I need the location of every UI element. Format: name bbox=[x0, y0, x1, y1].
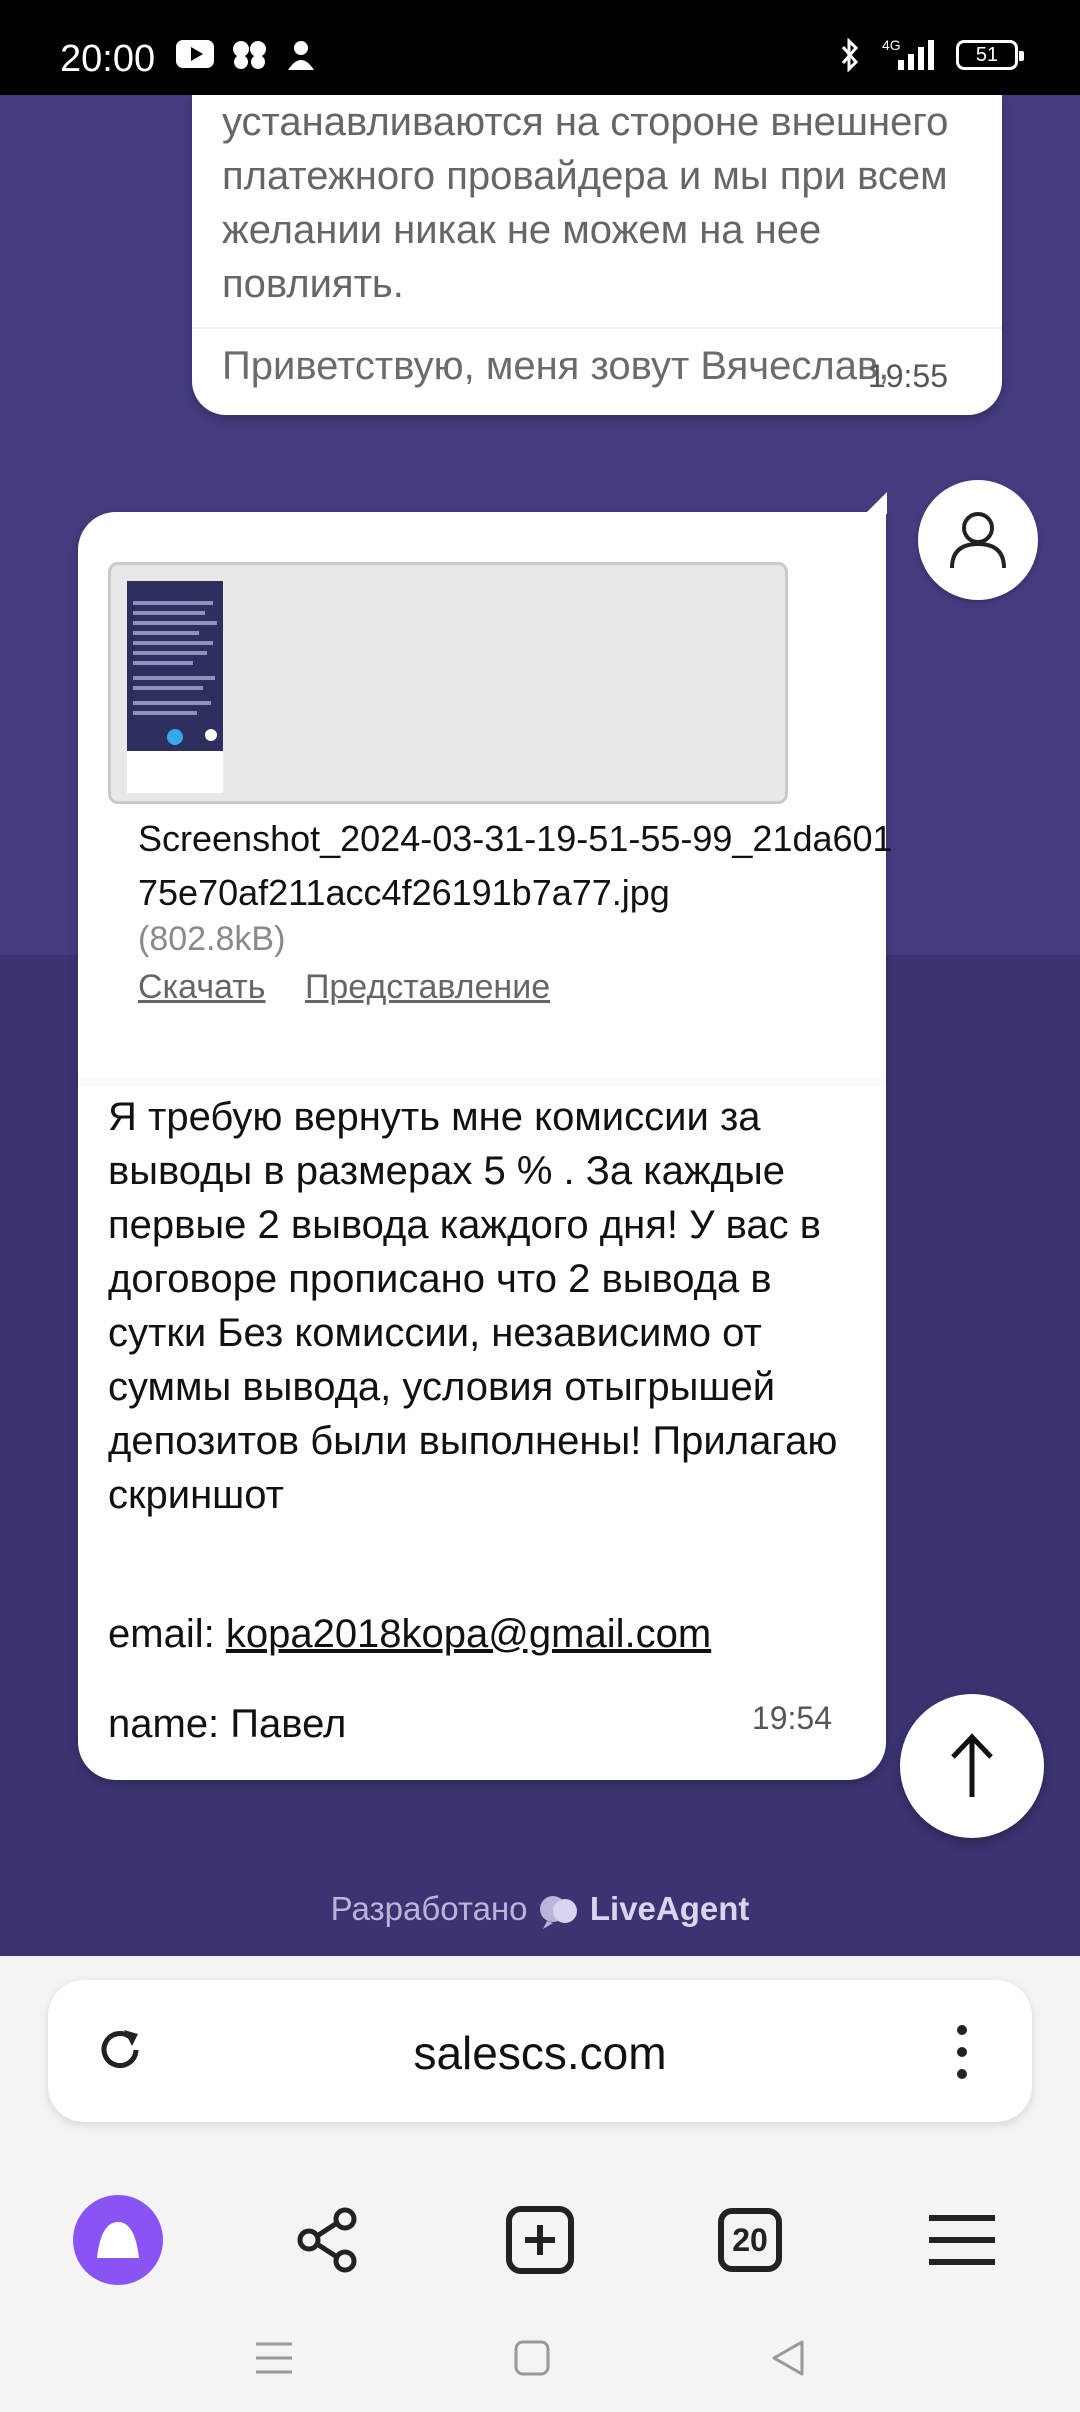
alice-icon bbox=[73, 2195, 163, 2285]
network-type: 4G bbox=[882, 38, 901, 53]
bluetooth-icon bbox=[841, 38, 859, 72]
browser-toolbar: 20 bbox=[0, 2170, 1080, 2310]
status-bar: 20:00 4G 51 bbox=[0, 0, 1080, 95]
powered-by-prefix: Разработано bbox=[330, 1890, 528, 1927]
attachment-links: Скачать Представление bbox=[138, 968, 580, 1007]
home-button[interactable] bbox=[502, 2328, 562, 2388]
share-icon bbox=[297, 2207, 357, 2273]
menu-dots-button[interactable] bbox=[952, 2024, 972, 2085]
share-button[interactable] bbox=[268, 2180, 388, 2300]
user-message-bubble: Screenshot_2024-03-31-19-51-55-99_21da60… bbox=[78, 492, 893, 1780]
agent-message-time: 19:55 bbox=[867, 358, 948, 394]
attachment-size: (802.8kB) bbox=[138, 920, 286, 958]
user-icon bbox=[950, 512, 1006, 569]
tabs-button[interactable]: 20 bbox=[690, 2180, 810, 2300]
liveagent-logo-icon bbox=[539, 1896, 577, 1930]
system-navigation-bar bbox=[0, 2300, 1080, 2412]
url-text[interactable]: salescs.com bbox=[48, 2026, 1032, 2080]
battery-icon: 51 bbox=[956, 40, 1024, 70]
app-icon-2 bbox=[288, 41, 314, 70]
agent-message-text: устанавливаются на стороне внешнего плат… bbox=[222, 100, 949, 306]
email-line: email: kopa2018kopa@gmail.com bbox=[108, 1612, 711, 1657]
download-link[interactable]: Скачать bbox=[138, 968, 266, 1006]
more-vertical-icon bbox=[957, 2025, 967, 2079]
view-link[interactable]: Представление bbox=[305, 968, 550, 1006]
back-button[interactable] bbox=[758, 2328, 818, 2388]
main-menu-button[interactable] bbox=[902, 2180, 1022, 2300]
system-icons: 4G 51 bbox=[840, 38, 1024, 72]
app-icon bbox=[233, 41, 266, 69]
name-line: name: Павел bbox=[108, 1702, 347, 1746]
new-tab-button[interactable] bbox=[480, 2180, 600, 2300]
powered-by-brand: LiveAgent bbox=[589, 1890, 750, 1927]
agent-message-bubble: устанавливаются на стороне внешнего плат… bbox=[192, 95, 1002, 415]
tabs-count-icon: 20 bbox=[718, 2208, 782, 2272]
notification-icons bbox=[176, 40, 316, 72]
scroll-to-top-button[interactable] bbox=[900, 1694, 1044, 1838]
address-bar[interactable]: salescs.com bbox=[48, 1980, 1032, 2122]
screenshot-preview bbox=[127, 581, 223, 793]
recent-apps-button[interactable] bbox=[244, 2328, 304, 2388]
plus-square-icon bbox=[506, 2206, 574, 2274]
attachment-divider bbox=[78, 1077, 886, 1087]
email-link[interactable]: kopa2018kopa@gmail.com bbox=[226, 1612, 711, 1656]
hamburger-menu-icon bbox=[929, 2215, 995, 2265]
email-label: email: bbox=[108, 1612, 215, 1656]
user-avatar bbox=[918, 480, 1038, 600]
signal-icon: 4G bbox=[882, 38, 934, 70]
battery-level: 51 bbox=[975, 43, 999, 66]
arrow-up-icon bbox=[951, 1733, 993, 1797]
user-message-text: Я требую вернуть мне комиссии за выводы … bbox=[108, 1095, 838, 1517]
recent-apps-icon bbox=[256, 2342, 292, 2374]
back-icon bbox=[772, 2340, 804, 2376]
attachment-filename: Screenshot_2024-03-31-19-51-55-99_21da60… bbox=[138, 818, 893, 913]
powered-by[interactable]: Разработано LiveAgent bbox=[0, 1890, 1080, 1930]
attachment-thumbnail[interactable] bbox=[108, 562, 788, 804]
status-time: 20:00 bbox=[60, 38, 156, 80]
alice-button[interactable] bbox=[58, 2180, 178, 2300]
agent-greeting-text: Приветствую, меня зовут Вячеслав, bbox=[222, 344, 890, 388]
home-icon bbox=[514, 2340, 550, 2376]
agent-next-message: Приветствую, меня зовут Вячеслав, 19:55 bbox=[192, 327, 1002, 415]
youtube-icon bbox=[176, 40, 214, 68]
user-message-time: 19:54 bbox=[751, 1700, 832, 1736]
